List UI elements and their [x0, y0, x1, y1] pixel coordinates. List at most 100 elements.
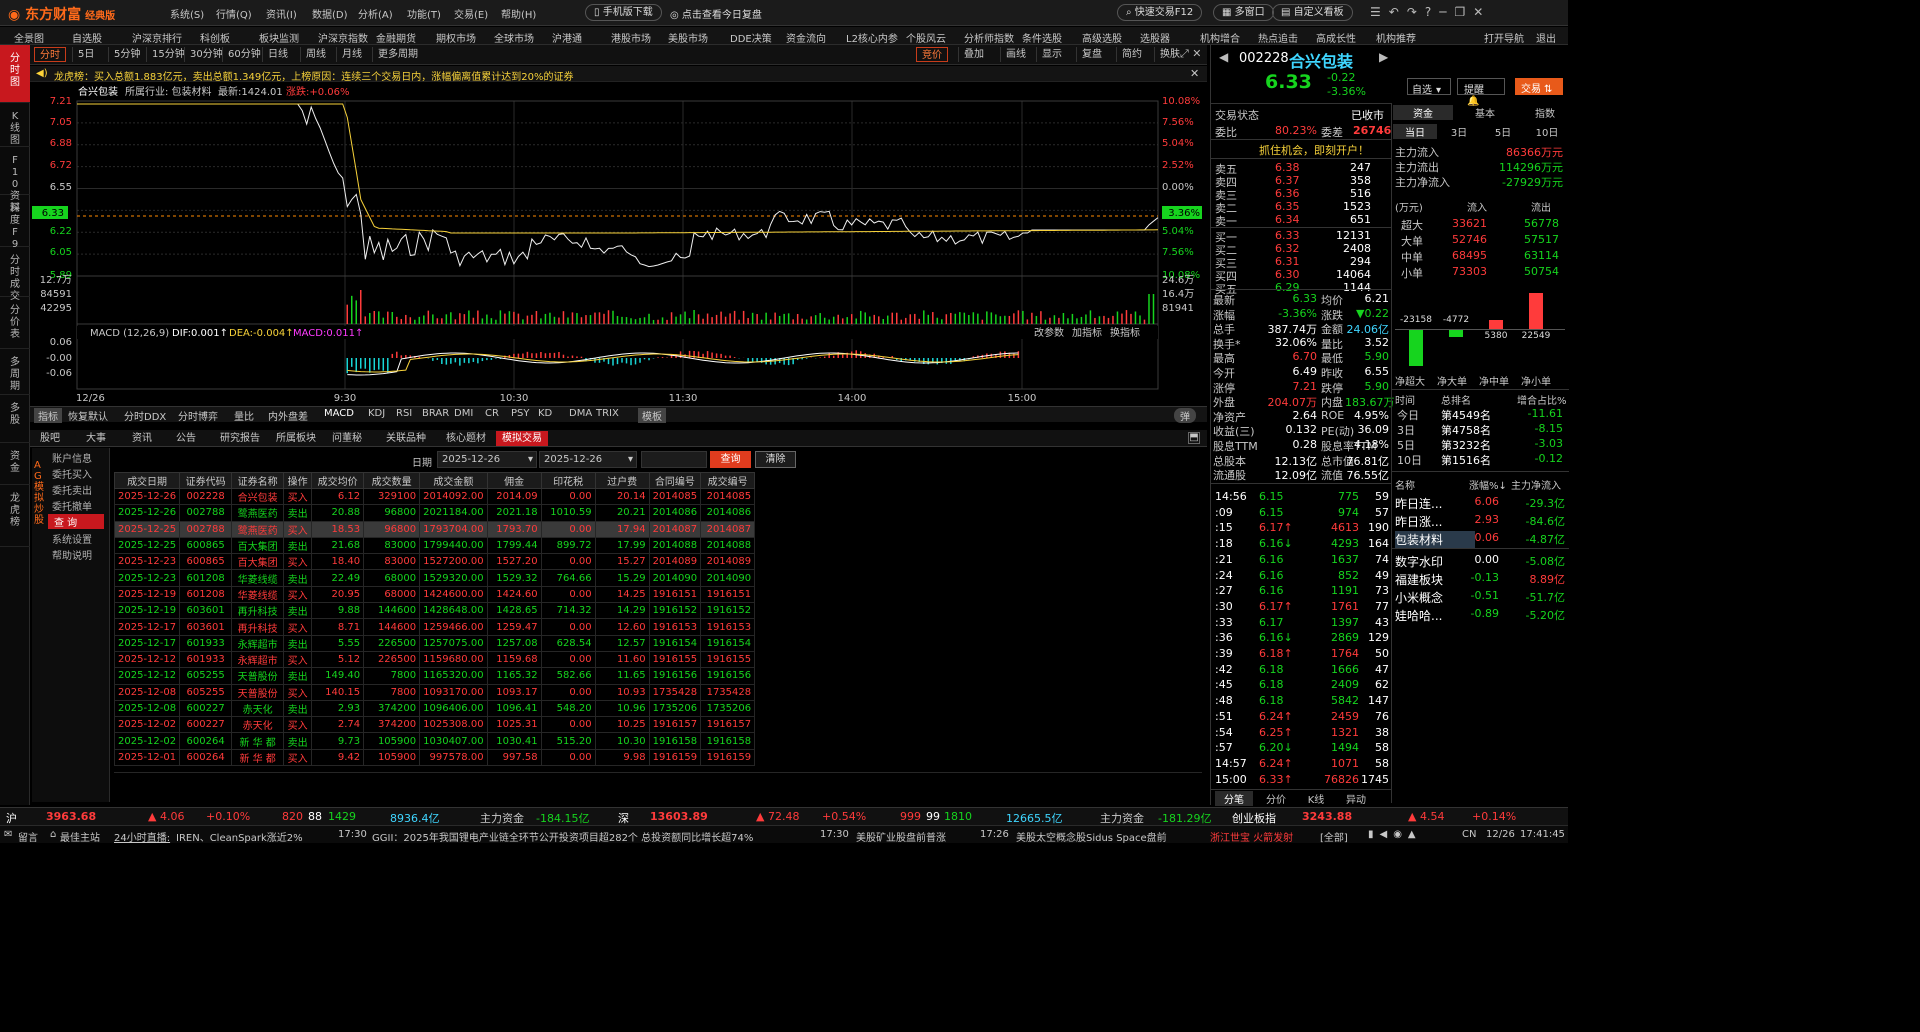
nav-item[interactable]: 全球市场	[494, 30, 534, 45]
column-header[interactable]: 过户费	[594, 472, 650, 489]
sim-trade-menu-item[interactable]: 委托买入	[52, 466, 92, 481]
trade-row[interactable]: 2025-12-26 002788 鹭燕医药 卖出 20.88 96800 2021184.…	[113, 504, 756, 522]
menu-help[interactable]: 帮助(H)	[501, 6, 536, 21]
message-link[interactable]: 留言	[18, 829, 38, 844]
sim-trade-menu-item[interactable]: 账户信息	[52, 450, 92, 465]
tray-icons[interactable]: ▮◀◉▲	[1368, 829, 1422, 840]
window-controls[interactable]: ☰↶↷?─❐✕	[1370, 5, 1491, 19]
nav-item[interactable]: 机构增合	[1200, 30, 1240, 45]
news-item-4[interactable]: 美股太空概念股Sidus Space盘前	[1016, 829, 1167, 844]
quick-trade-button[interactable]: ⌕ 快速交易F12	[1117, 4, 1203, 21]
news-item-2[interactable]: GGII：2025年我国锂电产业链全环节公开投资项目超282个 总投资额同比增长…	[372, 829, 753, 844]
macd-link[interactable]: 加指标	[1072, 326, 1102, 339]
indicator-tab[interactable]: DMA	[569, 408, 592, 419]
tick-tab[interactable]: 分笔	[1215, 791, 1253, 806]
sector-name[interactable]: 昨日涨...	[1395, 513, 1442, 530]
menu-quote[interactable]: 行情(Q)	[216, 6, 252, 21]
info-tab[interactable]: 资讯	[126, 431, 158, 446]
nav-item[interactable]: DDE决策	[730, 30, 772, 45]
alert-button[interactable]: 提醒🔔	[1457, 78, 1505, 107]
column-header[interactable]: 成交编号	[700, 472, 756, 489]
nav-item[interactable]: 打开导航	[1484, 30, 1524, 45]
left-tab[interactable]: 龙虎榜	[0, 485, 30, 547]
period-right-tab[interactable]: 叠加	[958, 47, 989, 62]
indicator-tab[interactable]: 模板	[638, 408, 666, 423]
column-header[interactable]: 证券代码	[179, 472, 233, 489]
left-tab[interactable]: 多股	[0, 395, 30, 443]
nav-item[interactable]: 选股器	[1140, 30, 1170, 45]
nav-item[interactable]: 科创板	[200, 30, 230, 45]
nav-item[interactable]: 高级选股	[1082, 30, 1122, 45]
info-tab[interactable]: 股吧	[34, 431, 66, 446]
tick-tab[interactable]: 分价	[1257, 791, 1295, 806]
trade-row[interactable]: 2025-12-26 002228 合兴包装 买入 6.12 329100 2014092.…	[113, 487, 756, 506]
left-tab[interactable]: F10资料	[0, 147, 30, 214]
indicator-tab[interactable]: 内外盘差	[268, 408, 308, 423]
nav-item[interactable]: 美股市场	[668, 30, 708, 45]
app-logo[interactable]: ◉ 东方财富 经典版	[8, 4, 115, 24]
indicator-tab[interactable]: 指标	[34, 408, 62, 423]
period-tab[interactable]: 5日	[72, 47, 99, 62]
indicator-tab[interactable]: BRAR	[422, 408, 449, 419]
fund-subtab[interactable]: 3日	[1437, 124, 1481, 139]
mobile-download-button[interactable]: ▯ 手机版下载	[585, 4, 662, 21]
nav-item[interactable]: 港股市场	[611, 30, 651, 45]
nav-item[interactable]: 板块监测	[259, 30, 299, 45]
chart-svg[interactable]: 合兴包装 所属行业: 包装材料 最新:1424.01 涨跌:+0.06% 7.21 7.0…	[30, 83, 1207, 406]
trade-row[interactable]: 2025-12-02 600227 赤天化 买入 2.74 374200 1025308.0…	[113, 716, 756, 734]
nav-item[interactable]: 分析师指数	[964, 30, 1014, 45]
column-header[interactable]: 成交数量	[363, 472, 421, 489]
trade-row[interactable]: 2025-12-19 603601 再升科技 卖出 9.88 144600 1428648.…	[113, 602, 756, 620]
indicator-tab[interactable]: 量比	[234, 408, 254, 423]
fund-tab[interactable]: 指数	[1515, 105, 1575, 120]
sector-name[interactable]: 福建板块	[1395, 571, 1443, 588]
close-icon[interactable]: ✕	[1473, 5, 1491, 19]
menu-trade[interactable]: 交易(E)	[454, 6, 488, 21]
home-icon[interactable]: ⌂	[50, 829, 56, 840]
home-link[interactable]: 最佳主站	[60, 829, 100, 844]
left-tab[interactable]: 分时图	[0, 45, 30, 103]
watchlist-select[interactable]: 自选 ▾	[1407, 78, 1451, 96]
period-tab[interactable]: 更多周期	[372, 47, 423, 62]
nav-item[interactable]: 自选股	[72, 30, 102, 45]
trade-row[interactable]: 2025-12-23 600865 百大集团 买入 18.40 83000 1527200.…	[113, 553, 756, 571]
sector-name[interactable]: 昨日连...	[1395, 495, 1442, 512]
period-right-tab[interactable]: 竞价	[916, 47, 948, 62]
nav-item[interactable]: 全景图	[14, 30, 44, 45]
nav-item[interactable]: 期权市场	[436, 30, 476, 45]
query-button[interactable]: 查询	[710, 451, 751, 468]
menu-system[interactable]: 系统(S)	[170, 6, 204, 21]
nav-item[interactable]: 沪深京排行	[132, 30, 182, 45]
info-tab[interactable]: 关联品种	[380, 431, 432, 446]
restore-icon[interactable]: ❐	[1455, 5, 1474, 19]
indicator-tab[interactable]: PSY	[511, 408, 530, 419]
info-tab[interactable]: 公告	[170, 431, 202, 446]
left-tab[interactable]: 多周期	[0, 349, 30, 395]
left-tab[interactable]: 资金	[0, 443, 30, 485]
menu-info[interactable]: 资讯(I)	[266, 6, 297, 21]
menu-function[interactable]: 功能(T)	[407, 6, 441, 21]
news-item-5[interactable]: 浙江世宝 火箭发射	[1210, 829, 1293, 844]
nav-item[interactable]: 金融期货	[376, 30, 416, 45]
indicator-tab[interactable]: 分时DDX	[124, 408, 166, 423]
indicator-tab[interactable]: 弹	[1174, 408, 1196, 423]
sim-trade-menu-item[interactable]: 帮助说明	[52, 547, 92, 562]
column-header[interactable]: 合同编号	[648, 472, 702, 489]
trade-row[interactable]: 2025-12-08 605255 天普股份 买入 140.15 7800 1093170.…	[113, 683, 756, 701]
macd-link[interactable]: 改参数	[1034, 326, 1064, 339]
nav-item[interactable]: 机构推荐	[1376, 30, 1416, 45]
nav-item[interactable]: 个股风云	[906, 30, 946, 45]
tick-tab[interactable]: 异动	[1337, 791, 1375, 806]
date-to-select[interactable]: 2025-12-26 ▾	[539, 451, 637, 468]
sector-name[interactable]: 娃哈哈...	[1395, 607, 1442, 624]
news-item-3[interactable]: 美股矿业股盘前普涨	[856, 829, 946, 844]
fund-subtab[interactable]: 10日	[1525, 124, 1569, 139]
column-header[interactable]: 印花税	[540, 472, 596, 489]
fund-tab[interactable]: 基本	[1455, 105, 1515, 120]
info-tab[interactable]: 模拟交易	[496, 431, 548, 446]
period-tab[interactable]: 月线	[336, 47, 367, 62]
trade-row[interactable]: 2025-12-08 600227 赤天化 卖出 2.93 374200 1096406.0…	[113, 699, 756, 718]
menu-analysis[interactable]: 分析(A)	[358, 6, 393, 21]
menu-data[interactable]: 数据(D)	[312, 6, 348, 21]
period-tab[interactable]: 60分钟	[222, 47, 266, 62]
